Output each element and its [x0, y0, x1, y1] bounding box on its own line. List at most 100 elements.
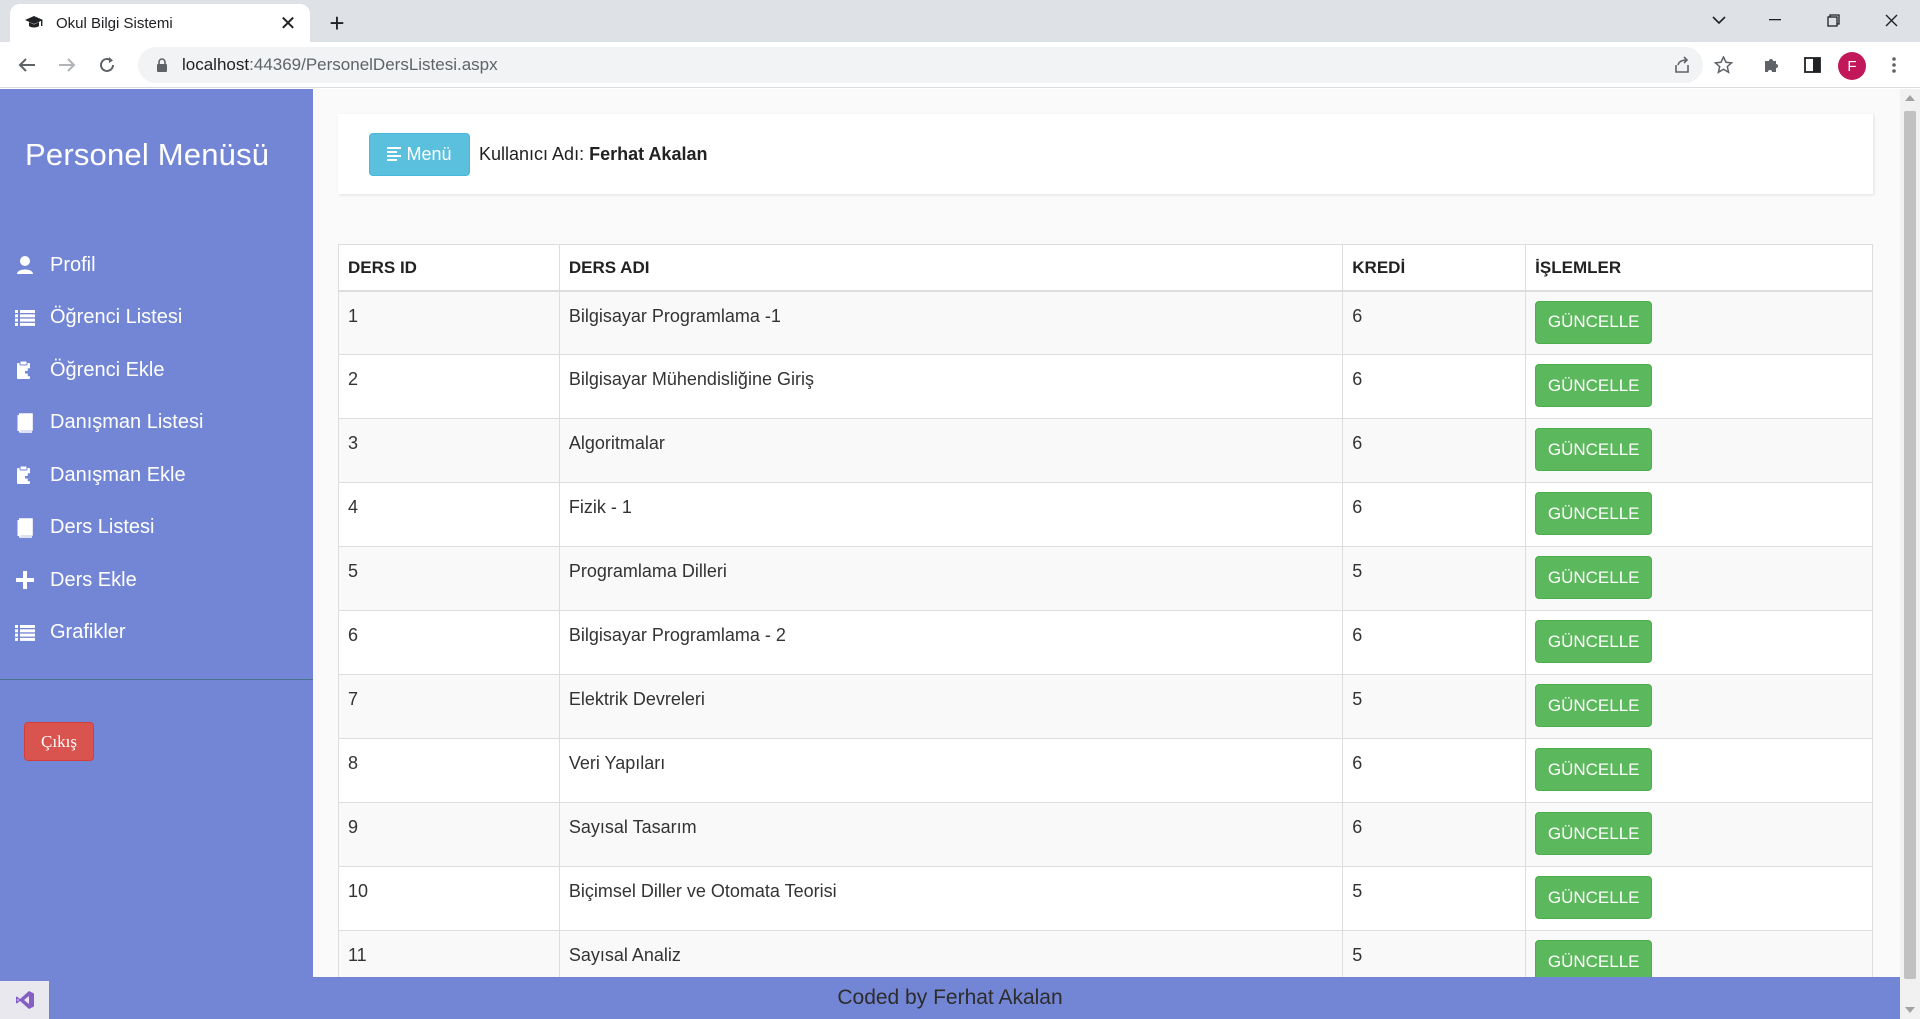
course-name: Biçimsel Diller ve Otomata Teorisi [558, 866, 1344, 931]
bookmark-star-icon[interactable] [1708, 50, 1738, 80]
sidebar-item-label: Danışman Ekle [50, 463, 186, 486]
course-credit: 6 [1342, 738, 1527, 803]
table-row: 4 Fizik - 1 6 GÜNCELLE [338, 482, 1873, 547]
window-close-icon[interactable] [1866, 2, 1916, 38]
course-id: 7 [338, 674, 560, 739]
table-header-row: DERS ID DERS ADI KREDİ İŞLEMLER [338, 244, 1873, 292]
sidebar-menu: Profil Öğrenci Listesi Öğrenci Ekle Danı… [0, 239, 313, 659]
scroll-down-icon[interactable] [1905, 1007, 1915, 1013]
update-button[interactable]: GÜNCELLE [1535, 620, 1653, 663]
url-host: localhost [182, 55, 250, 74]
scrollbar-thumb[interactable] [1904, 111, 1916, 979]
lock-icon[interactable] [152, 55, 172, 75]
course-actions: GÜNCELLE [1525, 546, 1873, 611]
update-button[interactable]: GÜNCELLE [1535, 428, 1653, 471]
profile-avatar[interactable]: F [1838, 52, 1866, 80]
update-button[interactable]: GÜNCELLE [1535, 364, 1653, 407]
forward-icon[interactable] [51, 49, 83, 81]
align-left-icon [387, 147, 402, 161]
sidebar-item-grafikler[interactable]: Grafikler [0, 607, 313, 660]
course-name: Bilgisayar Programlama -1 [558, 290, 1344, 355]
sidebar-item-ogrenci-listesi[interactable]: Öğrenci Listesi [0, 292, 313, 345]
course-name: Algoritmalar [558, 418, 1344, 483]
clipboard-add-icon [12, 464, 38, 486]
course-credit: 5 [1342, 674, 1527, 739]
plus-icon [12, 569, 38, 591]
more-menu-icon[interactable] [1879, 50, 1909, 80]
course-actions: GÜNCELLE [1525, 610, 1873, 675]
table-row: 1 Bilgisayar Programlama -1 6 GÜNCELLE [338, 290, 1873, 355]
side-panel-icon[interactable] [1797, 50, 1827, 80]
tab-title: Okul Bilgi Sistemi [56, 14, 173, 32]
course-name: Veri Yapıları [558, 738, 1344, 803]
user-info: Kullanıcı Adı: Ferhat Akalan [479, 144, 707, 165]
course-credit: 6 [1342, 290, 1527, 355]
minimize-icon[interactable] [1750, 2, 1800, 38]
course-id: 9 [338, 802, 560, 867]
main-content: Menü Kullanıcı Adı: Ferhat Akalan DERS I… [313, 89, 1900, 995]
clipboard-add-icon [12, 359, 38, 381]
update-button[interactable]: GÜNCELLE [1535, 748, 1653, 791]
course-id: 1 [338, 290, 560, 355]
share-icon[interactable] [1667, 50, 1697, 80]
course-table: DERS ID DERS ADI KREDİ İŞLEMLER 1 Bilgisa… [338, 244, 1873, 995]
extensions-icon[interactable] [1757, 50, 1787, 80]
menu-toggle-button[interactable]: Menü [369, 132, 470, 176]
visual-studio-icon[interactable] [0, 981, 49, 1019]
back-icon[interactable] [11, 49, 43, 81]
update-button[interactable]: GÜNCELLE [1535, 300, 1653, 344]
update-button[interactable]: GÜNCELLE [1535, 556, 1653, 599]
new-tab-button[interactable]: + [322, 8, 352, 38]
tab-search-icon[interactable] [1694, 2, 1744, 38]
url-text: localhost:44369/PersonelDersListesi.aspx [182, 55, 498, 75]
column-header-credit: KREDİ [1342, 244, 1527, 292]
address-bar[interactable]: localhost:44369/PersonelDersListesi.aspx [138, 47, 1703, 83]
user-name: Ferhat Akalan [589, 143, 708, 164]
update-button[interactable]: GÜNCELLE [1535, 876, 1653, 919]
logout-button[interactable]: Çıkış [24, 722, 94, 761]
course-actions: GÜNCELLE [1525, 802, 1873, 867]
course-table-body: 1 Bilgisayar Programlama -1 6 GÜNCELLE 2 Bilg… [338, 290, 1873, 995]
course-name: Programlama Dilleri [558, 546, 1344, 611]
url-path: :44369/PersonelDersListesi.aspx [249, 55, 498, 74]
tab-close-icon[interactable]: ✕ [278, 13, 298, 35]
sidebar-item-ders-listesi[interactable]: Ders Listesi [0, 502, 313, 555]
sidebar-item-ders-ekle[interactable]: Ders Ekle [0, 554, 313, 607]
table-row: 7 Elektrik Devreleri 5 GÜNCELLE [338, 674, 1873, 739]
page-viewport: Personel Menüsü Profil Öğrenci Listesi Ö… [0, 89, 1900, 1019]
footer: Coded by Ferhat Akalan [0, 977, 1900, 1019]
course-credit: 6 [1342, 610, 1527, 675]
sidebar-item-label: Ders Ekle [50, 568, 137, 591]
course-actions: GÜNCELLE [1525, 418, 1873, 483]
reload-icon[interactable] [91, 49, 123, 81]
sidebar-item-danisman-ekle[interactable]: Danışman Ekle [0, 449, 313, 502]
scroll-up-icon[interactable] [1905, 95, 1915, 101]
vertical-scrollbar[interactable] [1900, 89, 1920, 1019]
book-icon [12, 412, 38, 434]
sidebar-item-danisman-listesi[interactable]: Danışman Listesi [0, 397, 313, 450]
update-button[interactable]: GÜNCELLE [1535, 812, 1653, 855]
browser-tab[interactable]: Okul Bilgi Sistemi ✕ [10, 4, 310, 42]
table-row: 5 Programlama Dilleri 5 GÜNCELLE [338, 546, 1873, 611]
course-credit: 6 [1342, 418, 1527, 483]
graduation-cap-icon [22, 11, 46, 35]
user-icon [12, 254, 38, 276]
column-header-id: DERS ID [338, 244, 560, 292]
sidebar-item-label: Grafikler [50, 621, 126, 644]
table-row: 3 Algoritmalar 6 GÜNCELLE [338, 418, 1873, 483]
list-icon [12, 622, 38, 644]
course-name: Fizik - 1 [558, 482, 1344, 547]
table-row: 6 Bilgisayar Programlama - 2 6 GÜNCELLE [338, 610, 1873, 675]
sidebar-item-ogrenci-ekle[interactable]: Öğrenci Ekle [0, 344, 313, 397]
update-button[interactable]: GÜNCELLE [1535, 684, 1653, 727]
table-row: 2 Bilgisayar Mühendisliğine Giriş 6 GÜNCELL… [338, 354, 1873, 419]
sidebar-item-label: Profil [50, 253, 96, 276]
sidebar-item-profil[interactable]: Profil [0, 239, 313, 292]
sidebar-item-label: Öğrenci Ekle [50, 358, 165, 381]
course-actions: GÜNCELLE [1525, 482, 1873, 547]
column-header-name: DERS ADI [558, 244, 1344, 292]
restore-icon[interactable] [1808, 2, 1858, 38]
course-name: Sayısal Tasarım [558, 802, 1344, 867]
update-button[interactable]: GÜNCELLE [1535, 492, 1653, 535]
sidebar-item-label: Danışman Listesi [50, 411, 204, 434]
